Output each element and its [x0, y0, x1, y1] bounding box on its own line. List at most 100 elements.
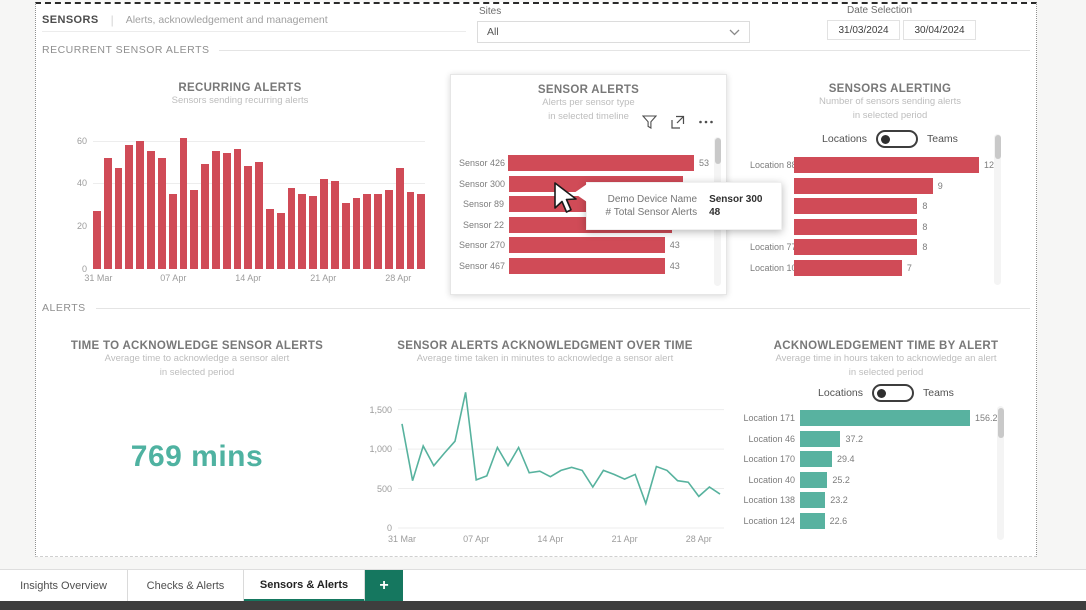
popout-icon[interactable]	[670, 115, 685, 129]
horizontal-bar[interactable]	[800, 472, 827, 488]
column-bar[interactable]	[212, 151, 220, 269]
horizontal-bar[interactable]	[800, 410, 970, 426]
horizontal-bar[interactable]	[509, 258, 665, 274]
scrollbar-track[interactable]	[994, 134, 1001, 285]
x-axis-tick-label: 31 Mar	[388, 534, 416, 544]
add-page-button[interactable]: +	[365, 570, 403, 602]
x-axis-tick-label: 07 Apr	[463, 534, 489, 544]
line-series[interactable]	[402, 392, 720, 503]
bar-category-label: Location 124	[740, 516, 800, 526]
title-divider: |	[111, 13, 114, 27]
horizontal-bar[interactable]	[794, 178, 933, 194]
sites-dropdown[interactable]: All	[477, 21, 750, 43]
bar-value-label: 8	[922, 222, 927, 232]
date-from-input[interactable]: 31/03/2024	[827, 20, 900, 40]
bar-value-label: 7	[907, 263, 912, 273]
horizontal-bar[interactable]	[509, 237, 665, 253]
column-bar[interactable]	[385, 190, 393, 269]
y-axis-tick-label: 1,500	[356, 405, 392, 415]
bar-value-label: 12	[984, 160, 994, 170]
horizontal-bar[interactable]	[794, 260, 902, 276]
column-bar[interactable]	[320, 179, 328, 269]
bar-category-label: Sensor 270	[459, 240, 509, 250]
bar-value-label: 156.2	[975, 413, 998, 423]
column-bar[interactable]	[158, 158, 166, 269]
column-bar[interactable]	[115, 168, 123, 269]
toggle-label-locations[interactable]: Locations	[822, 133, 867, 145]
column-bar[interactable]	[417, 194, 425, 269]
recurring-alerts-column-chart: 020406031 Mar07 Apr14 Apr21 Apr28 Apr	[63, 132, 425, 292]
toggle-label-locations[interactable]: Locations	[818, 387, 863, 399]
column-bar[interactable]	[342, 203, 350, 269]
column-bar[interactable]	[93, 211, 101, 269]
column-bar[interactable]	[407, 192, 415, 269]
column-bar[interactable]	[125, 145, 133, 269]
column-bar[interactable]	[244, 166, 252, 269]
toggle-knob	[881, 135, 890, 144]
scrollbar-thumb[interactable]	[995, 135, 1001, 159]
column-bar[interactable]	[331, 181, 339, 269]
chart-title: ACKNOWLEDGEMENT TIME BY ALERT	[734, 340, 1038, 352]
y-axis-tick-label: 40	[63, 178, 87, 188]
column-bar[interactable]	[169, 194, 177, 269]
column-bar[interactable]	[396, 168, 404, 269]
column-bar[interactable]	[201, 164, 209, 269]
horizontal-bar[interactable]	[800, 513, 825, 529]
recurring-alerts-panel: RECURRING ALERTS Sensors sending recurri…	[41, 70, 439, 298]
tab-insights-overview[interactable]: Insights Overview	[0, 570, 128, 602]
column-bar[interactable]	[277, 213, 285, 269]
horizontal-bar[interactable]	[800, 431, 840, 447]
column-bar[interactable]	[353, 198, 361, 269]
bar-category-label: Sensor 300	[459, 179, 509, 189]
horizontal-bar[interactable]	[794, 157, 979, 173]
x-axis-tick-label: 28 Apr	[686, 534, 712, 544]
column-bar[interactable]	[234, 149, 242, 269]
bar-category-label: Location 77	[750, 242, 794, 252]
bar-row: 9	[750, 178, 1012, 194]
acknowledgement-time-panel: ACKNOWLEDGEMENT TIME BY ALERT Average ti…	[734, 328, 1038, 556]
column-bar[interactable]	[298, 194, 306, 269]
column-bar[interactable]	[190, 190, 198, 269]
status-bar	[0, 601, 1086, 610]
column-bar[interactable]	[288, 188, 296, 269]
page-subtitle: Alerts, acknowledgement and management	[126, 14, 328, 26]
section-title: ALERTS	[42, 302, 86, 314]
tooltip-label: Demo Device Name	[606, 194, 698, 205]
horizontal-bar[interactable]	[800, 451, 832, 467]
column-bar[interactable]	[363, 194, 371, 269]
column-bar[interactable]	[374, 194, 382, 269]
x-axis-tick-label: 14 Apr	[235, 273, 261, 283]
x-axis-tick-label: 14 Apr	[537, 534, 563, 544]
column-bar[interactable]	[255, 162, 263, 269]
horizontal-bar[interactable]	[508, 155, 694, 171]
more-options-icon[interactable]	[698, 115, 714, 129]
date-to-input[interactable]: 30/04/2024	[903, 20, 976, 40]
column-bar[interactable]	[223, 153, 231, 269]
horizontal-bar[interactable]	[794, 198, 917, 214]
bar-value-label: 43	[670, 240, 680, 250]
toggle-label-teams[interactable]: Teams	[927, 133, 958, 145]
column-bar[interactable]	[180, 138, 188, 269]
column-bar[interactable]	[104, 158, 112, 269]
bar-category-label: Sensor 467	[459, 261, 509, 271]
chart-title: SENSOR ALERTS ACKNOWLEDGMENT OVER TIME	[350, 340, 740, 352]
tab-sensors-alerts[interactable]: Sensors & Alerts	[244, 570, 365, 602]
horizontal-bar[interactable]	[794, 219, 917, 235]
column-bar[interactable]	[309, 196, 317, 269]
column-bar[interactable]	[147, 151, 155, 269]
tooltip: Demo Device Name Sensor 300 # Total Sens…	[586, 182, 782, 230]
column-bar[interactable]	[266, 209, 274, 269]
bar-category-label: Location 46	[740, 434, 800, 444]
locations-teams-toggle[interactable]	[872, 384, 914, 402]
tab-checks-alerts[interactable]: Checks & Alerts	[128, 570, 244, 602]
toggle-label-teams[interactable]: Teams	[923, 387, 954, 399]
scrollbar-track[interactable]	[997, 406, 1004, 540]
filter-icon[interactable]	[642, 115, 657, 129]
locations-teams-toggle[interactable]	[876, 130, 918, 148]
horizontal-bar[interactable]	[794, 239, 917, 255]
horizontal-bar[interactable]	[800, 492, 825, 508]
scrollbar-thumb[interactable]	[715, 138, 721, 164]
bar-row: Location 171156.2	[740, 410, 1002, 426]
column-bar[interactable]	[136, 141, 144, 269]
scrollbar-thumb[interactable]	[998, 408, 1004, 438]
